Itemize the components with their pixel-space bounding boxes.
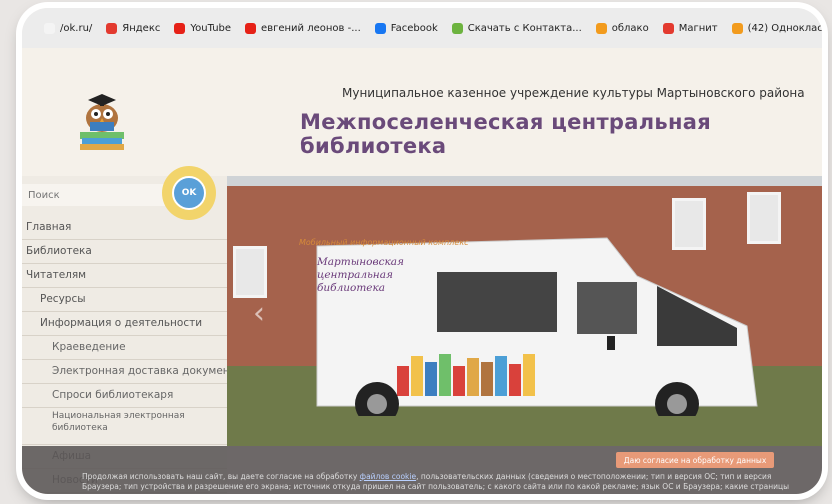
cookie-text: Продолжая использовать наш сайт, вы дает… bbox=[82, 472, 802, 492]
bookmark-label: Facebook bbox=[390, 22, 438, 34]
bookmark-favicon-icon bbox=[106, 22, 118, 34]
site-title: Межпоселенческая центральная библиотека bbox=[300, 110, 712, 158]
sidebar-nav-item[interactable]: Читателям bbox=[22, 264, 227, 288]
bookmark-item[interactable]: (42) Одноклассники bbox=[731, 22, 822, 34]
bookmark-label: /ok.ru/ bbox=[60, 22, 93, 34]
bookmark-item[interactable]: /ok.ru/ bbox=[44, 22, 93, 34]
owl-logo-icon bbox=[80, 94, 124, 150]
bookmark-item[interactable]: Яндекс bbox=[106, 22, 161, 34]
bookmark-favicon-icon bbox=[595, 22, 607, 34]
consent-button[interactable]: Даю согласие на обработку данных bbox=[616, 452, 774, 468]
search-button[interactable]: OK bbox=[162, 166, 216, 220]
sidebar-nav-item[interactable]: Национальная электронная библиотека bbox=[22, 408, 227, 445]
screen-frame: /ok.ru/Яндекс YouTube евгений леонов -... F… bbox=[22, 8, 822, 494]
bookmark-favicon-icon bbox=[44, 22, 55, 34]
bookmark-label: Магнит bbox=[678, 22, 718, 34]
bookmark-favicon-icon bbox=[374, 22, 386, 34]
building-window bbox=[233, 246, 267, 298]
bookmark-label: Скачать с Контакта... bbox=[467, 22, 582, 34]
bookmark-label: евгений леонов -... bbox=[261, 22, 361, 34]
site-header: Муниципальное казенное учреждение культу… bbox=[22, 48, 822, 176]
sidebar-nav-item[interactable]: Электронная доставка документов bbox=[22, 360, 227, 384]
bookmark-label: облако bbox=[611, 22, 649, 34]
bookmark-favicon-icon bbox=[174, 22, 186, 34]
cookie-banner: Даю согласие на обработку данных Продолж… bbox=[22, 446, 822, 494]
bookmark-favicon-icon bbox=[662, 22, 674, 34]
bookmark-item[interactable]: Facebook bbox=[374, 22, 438, 34]
sidebar-nav-item[interactable]: Библиотека bbox=[22, 240, 227, 264]
bookmark-item[interactable]: евгений леонов -... bbox=[245, 22, 361, 34]
sidebar-nav-item[interactable]: Ресурсы bbox=[22, 288, 227, 312]
sidebar-nav-item[interactable]: Информация о деятельности bbox=[22, 312, 227, 336]
sidebar-nav-item[interactable]: Краеведение bbox=[22, 336, 227, 360]
bookmark-label: YouTube bbox=[190, 22, 232, 34]
bookmark-label: Яндекс bbox=[122, 22, 161, 34]
bookmark-item[interactable]: Скачать с Контакта... bbox=[451, 22, 582, 34]
search-input[interactable] bbox=[22, 184, 172, 206]
van-library-text: Мартыновская центральная библиотека bbox=[317, 256, 404, 294]
image-slider: Мобильный информационный комплекс Мартын… bbox=[227, 176, 822, 446]
bookmark-favicon-icon bbox=[245, 22, 257, 34]
bookmark-favicon-icon bbox=[451, 22, 463, 34]
sidebar-nav-item[interactable]: Главная bbox=[22, 216, 227, 240]
cookie-text-prefix: Продолжая использовать наш сайт, вы дает… bbox=[82, 472, 360, 481]
slider-prev-icon[interactable]: ‹ bbox=[253, 296, 275, 336]
bookmark-favicon-icon bbox=[731, 22, 743, 34]
search-button-label: OK bbox=[172, 176, 206, 210]
sidebar-nav-item[interactable]: Спроси библиотекаря bbox=[22, 384, 227, 408]
bookmark-item[interactable]: YouTube bbox=[174, 22, 232, 34]
bookmarks-bar: /ok.ru/Яндекс YouTube евгений леонов -... F… bbox=[22, 8, 822, 48]
bookmark-item[interactable]: облако bbox=[595, 22, 649, 34]
van-tag-text: Мобильный информационный комплекс bbox=[299, 238, 469, 247]
cookie-policy-link[interactable]: файлов cookie bbox=[360, 472, 416, 481]
bookmark-label: (42) Одноклассники bbox=[747, 22, 822, 34]
institution-subtitle: Муниципальное казенное учреждение культу… bbox=[342, 86, 805, 100]
bookmark-item[interactable]: Магнит bbox=[662, 22, 718, 34]
